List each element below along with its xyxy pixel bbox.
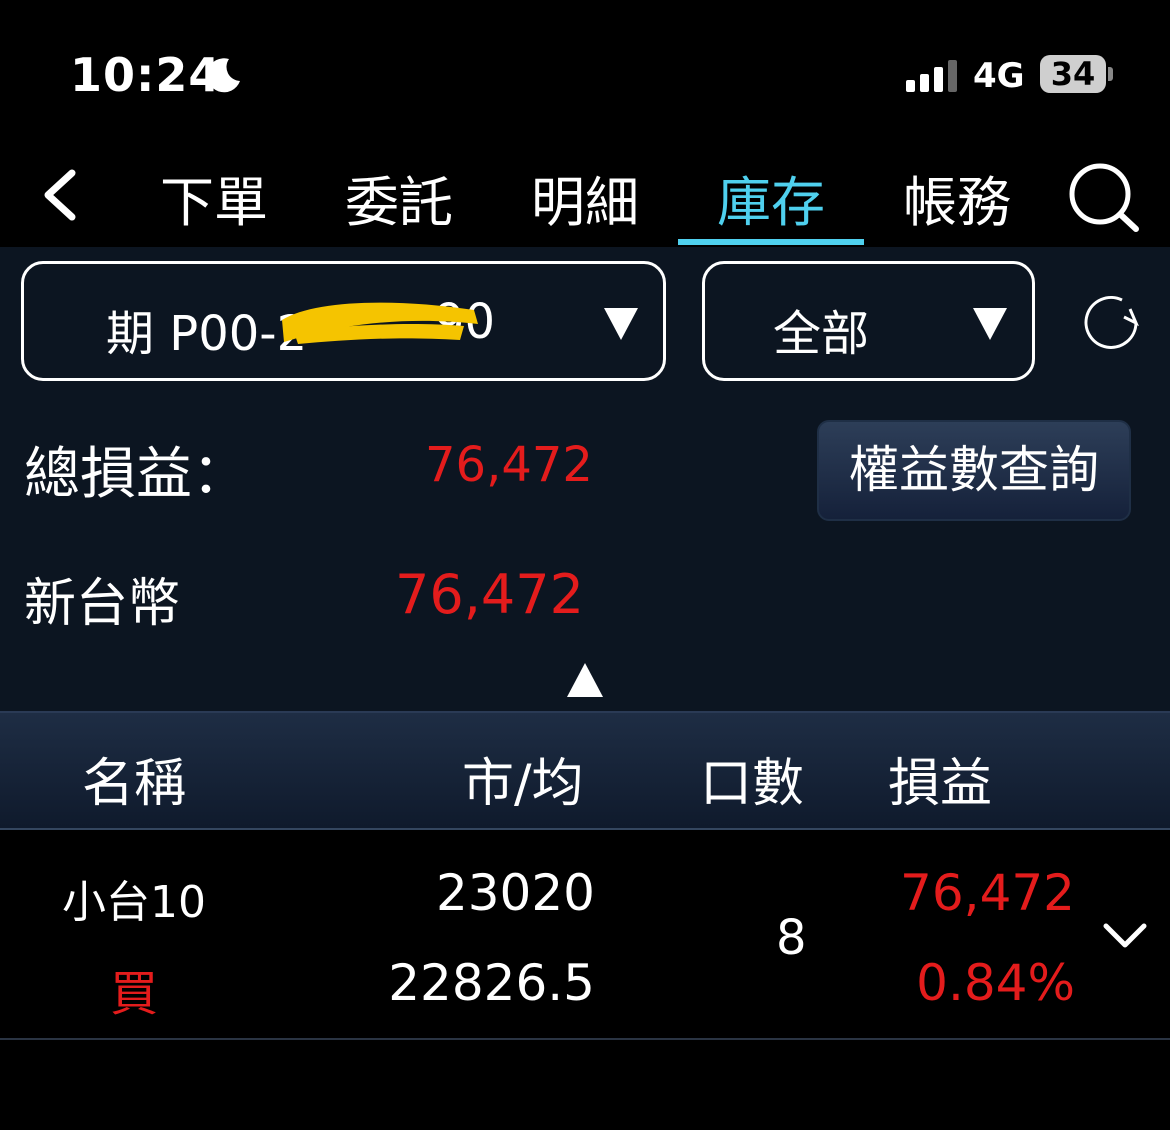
tab-account[interactable]: 帳務 bbox=[903, 158, 1011, 237]
tab-detail[interactable]: 明細 bbox=[531, 158, 639, 237]
account-select[interactable]: 期 P00-2 90 bbox=[21, 261, 666, 381]
equity-query-button[interactable]: 權益數查詢 bbox=[817, 420, 1131, 521]
inventory-screen: 10:24 4G 34 下單 委託 明細 庫存 帳務 期 P00-2 全部 總損… bbox=[0, 0, 1170, 1130]
moon-icon bbox=[207, 58, 240, 93]
total-pnl-label: 總損益： bbox=[24, 442, 248, 507]
summary-panel: 期 P00-2 90 全部 總損益： 76,472 權益數查詢 新台幣 76,4… bbox=[0, 247, 1170, 711]
status-time: 10:24 bbox=[70, 48, 222, 102]
table-row[interactable]: 小台10 買 23020 22826.5 8 76,472 0.84% bbox=[0, 830, 1170, 1040]
redaction-mark bbox=[282, 302, 478, 344]
table-header: 名稱 市/均 口數 損益 bbox=[0, 711, 1170, 830]
battery-icon: 34 bbox=[1040, 55, 1106, 93]
header-qty: 口數 bbox=[700, 754, 805, 814]
active-tab-indicator bbox=[678, 239, 864, 245]
position-side: 買 bbox=[110, 966, 159, 1022]
scope-value: 全部 bbox=[773, 306, 870, 362]
status-bar: 10:24 4G 34 bbox=[0, 0, 1170, 140]
tab-inventory[interactable]: 庫存 bbox=[717, 158, 825, 237]
refresh-icon[interactable] bbox=[1078, 289, 1144, 355]
chevron-down-icon bbox=[604, 308, 638, 340]
currency-pnl-value: 76,472 bbox=[395, 563, 584, 626]
battery-cap bbox=[1108, 67, 1113, 81]
chevron-down-icon[interactable] bbox=[1100, 918, 1150, 952]
signal-icon bbox=[906, 58, 960, 92]
contract-name: 小台10 bbox=[62, 877, 206, 928]
tab-order[interactable]: 下單 bbox=[160, 158, 268, 237]
header-price: 市/均 bbox=[462, 754, 584, 814]
header-pnl: 損益 bbox=[888, 754, 993, 814]
scope-select[interactable]: 全部 bbox=[702, 261, 1035, 381]
header-name: 名稱 bbox=[82, 754, 187, 814]
chevron-down-icon bbox=[973, 308, 1007, 340]
chevron-left-icon[interactable] bbox=[36, 167, 84, 223]
top-nav: 下單 委託 明細 庫存 帳務 bbox=[0, 140, 1170, 247]
tab-entrust[interactable]: 委託 bbox=[345, 158, 453, 237]
currency-label: 新台幣 bbox=[24, 574, 181, 634]
empty-area bbox=[0, 1040, 1170, 1130]
network-type: 4G bbox=[973, 56, 1025, 96]
position-qty: 8 bbox=[776, 910, 807, 966]
total-pnl-value: 76,472 bbox=[425, 437, 593, 493]
market-price: 23020 bbox=[435, 864, 595, 922]
collapse-arrow-icon[interactable] bbox=[567, 663, 603, 697]
average-price: 22826.5 bbox=[388, 954, 595, 1012]
row-pnl: 76,472 bbox=[900, 864, 1075, 922]
search-icon[interactable] bbox=[1066, 162, 1142, 234]
row-pnl-pct: 0.84% bbox=[916, 954, 1075, 1012]
